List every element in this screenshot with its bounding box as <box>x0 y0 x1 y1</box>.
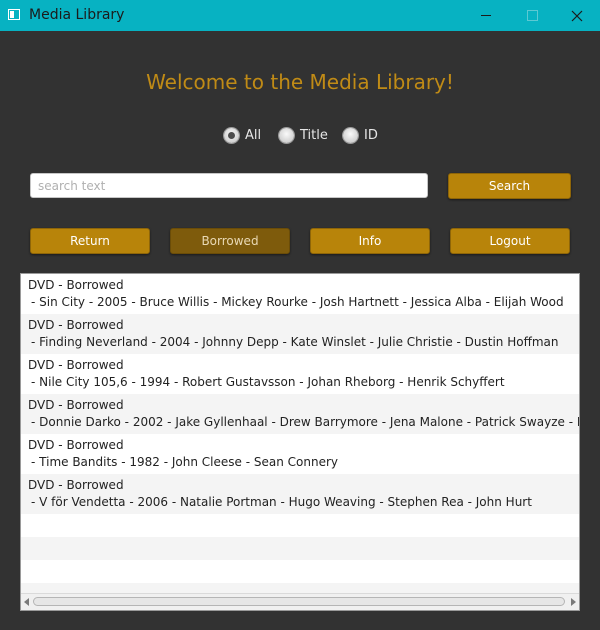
media-type-status: DVD - Borrowed <box>28 438 124 452</box>
window-app-icon <box>8 9 20 20</box>
search-button[interactable]: Search <box>448 173 571 199</box>
media-details: - Sin City - 2005 - Bruce Willis - Micke… <box>31 295 564 309</box>
scrollbar-thumb[interactable] <box>33 597 565 606</box>
list-item[interactable]: DVD - Borrowed - Finding Neverland - 2004… <box>21 314 579 354</box>
scroll-right-arrow-icon[interactable] <box>571 598 576 606</box>
list-item[interactable]: DVD - Borrowed - Donnie Darko - 2002 - Ja… <box>21 394 579 434</box>
media-list[interactable]: DVD - Borrowed - Sin City - 2005 - Bruce … <box>20 273 580 611</box>
list-item[interactable]: DVD - Borrowed - Sin City - 2005 - Bruce … <box>21 274 579 314</box>
maximize-icon <box>526 10 538 21</box>
media-type-status: DVD - Borrowed <box>28 278 124 292</box>
media-details: - Donnie Darko - 2002 - Jake Gyllenhaal … <box>31 415 579 429</box>
filter-title-label: Title <box>300 127 328 143</box>
empty-list-row <box>21 560 579 583</box>
media-list-rows: DVD - Borrowed - Sin City - 2005 - Bruce … <box>21 274 579 594</box>
empty-list-row <box>21 514 579 537</box>
filter-all-label: All <box>245 127 262 143</box>
close-icon <box>571 10 583 21</box>
return-button[interactable]: Return <box>30 228 150 254</box>
empty-list-row <box>21 537 579 560</box>
minimize-icon <box>481 15 491 16</box>
media-type-status: DVD - Borrowed <box>28 398 124 412</box>
borrowed-button[interactable]: Borrowed <box>170 228 290 254</box>
media-details: - Finding Neverland - 2004 - Johnny Depp… <box>31 335 559 349</box>
radio-indicator <box>343 127 358 143</box>
search-input[interactable] <box>30 173 428 198</box>
media-details: - Time Bandits - 1982 - John Cleese - Se… <box>31 455 338 469</box>
horizontal-scrollbar[interactable] <box>21 593 579 610</box>
list-item[interactable]: DVD - Borrowed - Time Bandits - 1982 - Jo… <box>21 434 579 474</box>
filter-id-radio[interactable]: ID <box>343 126 378 144</box>
media-details: - V för Vendetta - 2006 - Natalie Portma… <box>31 495 532 509</box>
close-button[interactable] <box>554 0 600 31</box>
list-item[interactable]: DVD - Borrowed - Nile City 105,6 - 1994 -… <box>21 354 579 394</box>
welcome-heading: Welcome to the Media Library! <box>146 70 454 94</box>
minimize-button[interactable] <box>463 0 509 31</box>
media-type-status: DVD - Borrowed <box>28 358 124 372</box>
list-item[interactable]: DVD - Borrowed - V för Vendetta - 2006 - … <box>21 474 579 514</box>
media-details: - Nile City 105,6 - 1994 - Robert Gustav… <box>31 375 505 389</box>
window-title: Media Library <box>29 7 125 23</box>
media-type-status: DVD - Borrowed <box>28 478 124 492</box>
radio-indicator <box>279 127 294 143</box>
filter-id-label: ID <box>364 127 378 143</box>
logout-button[interactable]: Logout <box>450 228 570 254</box>
filter-title-radio[interactable]: Title <box>279 126 328 144</box>
maximize-button[interactable] <box>509 0 555 31</box>
info-button[interactable]: Info <box>310 228 430 254</box>
filter-all-radio[interactable]: All <box>224 126 261 144</box>
radio-indicator <box>224 127 239 143</box>
title-bar[interactable]: Media Library <box>0 0 600 31</box>
scroll-left-arrow-icon[interactable] <box>24 598 29 606</box>
media-type-status: DVD - Borrowed <box>28 318 124 332</box>
